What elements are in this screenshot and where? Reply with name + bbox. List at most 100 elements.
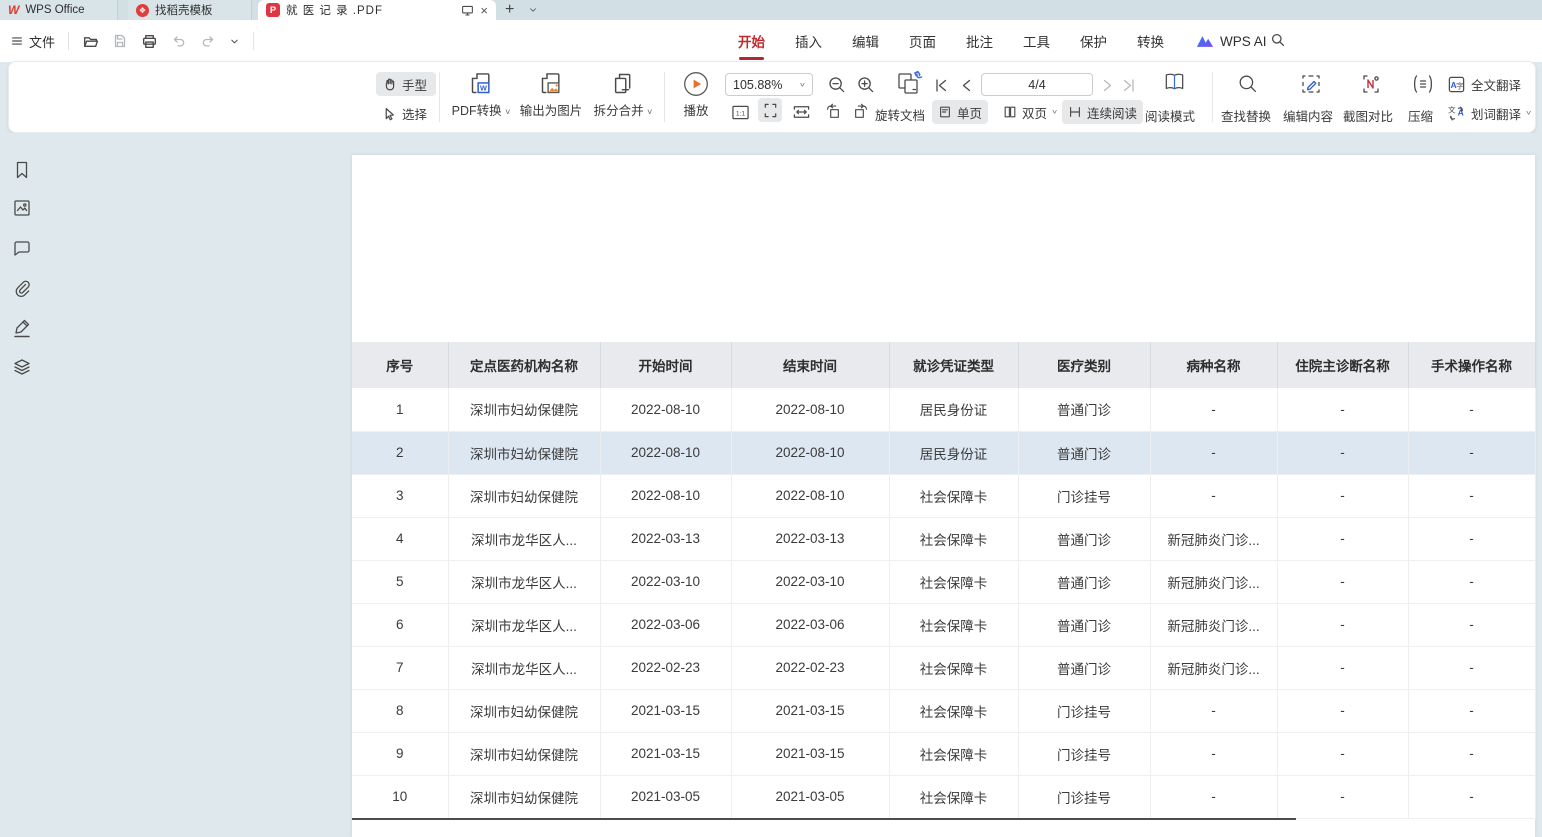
select-tool-button[interactable]: 选择 — [376, 101, 436, 125]
zoom-in-button[interactable] — [856, 75, 876, 95]
continuous-reading-icon — [1068, 105, 1082, 119]
menu-item[interactable]: 开始 — [738, 31, 765, 51]
menu-item[interactable]: 插入 — [795, 31, 822, 51]
redo-icon[interactable] — [200, 33, 216, 49]
menu-item[interactable]: 批注 — [966, 31, 993, 51]
tab-list-chevron-icon[interactable] — [528, 0, 538, 20]
tab-active-document[interactable]: P 就 医 记 录 .PDF × — [258, 0, 496, 20]
find-replace-label[interactable]: 查找替换 — [1221, 106, 1271, 125]
read-mode-icon[interactable] — [1161, 70, 1188, 95]
table-cell: - — [1277, 646, 1408, 689]
table-cell: - — [1277, 474, 1408, 517]
find-replace-icon[interactable] — [1237, 73, 1259, 95]
menu-search-icon[interactable] — [1270, 32, 1286, 48]
new-tab-button[interactable]: + — [505, 0, 514, 20]
screenshot-compare-icon[interactable] — [1360, 73, 1382, 95]
table-cell: 深圳市妇幼保健院 — [448, 775, 600, 818]
table-cell: 门诊挂号 — [1018, 474, 1150, 517]
layers-icon[interactable] — [12, 357, 32, 377]
previous-page-button[interactable] — [960, 77, 973, 94]
table-cell: 2021-03-05 — [600, 775, 731, 818]
table-cell: 2022-08-10 — [731, 474, 889, 517]
rotate-document-label[interactable]: 旋转文档 — [875, 105, 925, 124]
menu-item[interactable]: 工具 — [1023, 31, 1050, 51]
table-cell: 2022-03-13 — [731, 517, 889, 560]
fit-page-button[interactable] — [758, 98, 782, 122]
table-cell: 2022-03-13 — [600, 517, 731, 560]
next-page-button[interactable] — [1101, 77, 1114, 94]
table-cell: - — [1277, 732, 1408, 775]
page-swap-icon[interactable] — [893, 68, 925, 98]
table-cell: 门诊挂号 — [1018, 775, 1150, 818]
table-cell: 2022-02-23 — [600, 646, 731, 689]
comment-panel-icon[interactable] — [12, 238, 32, 258]
page-number-input[interactable]: 4/4 — [981, 73, 1093, 96]
compress-label[interactable]: 压缩 — [1408, 106, 1433, 125]
open-file-icon[interactable] — [82, 33, 99, 50]
table-column-header: 病种名称 — [1150, 342, 1277, 388]
menu-item[interactable]: 转换 — [1137, 31, 1164, 51]
compress-icon[interactable] — [1411, 73, 1435, 95]
first-page-button[interactable] — [933, 77, 949, 94]
table-cell: 2022-08-10 — [731, 388, 889, 431]
play-icon — [683, 71, 709, 97]
table-cell: 2022-08-10 — [600, 474, 731, 517]
close-tab-icon[interactable]: × — [480, 4, 488, 17]
table-cell: - — [1408, 517, 1535, 560]
menu-item[interactable]: 保护 — [1080, 31, 1107, 51]
table-cell: 深圳市龙华区人... — [448, 560, 600, 603]
print-icon[interactable] — [141, 33, 158, 50]
menu-item[interactable]: 页面 — [909, 31, 936, 51]
rotate-right-button[interactable] — [852, 102, 871, 120]
bookmark-icon[interactable] — [12, 160, 32, 180]
split-merge-button[interactable]: 拆分合并 ˅ — [578, 70, 668, 119]
history-chevron-icon[interactable] — [229, 36, 240, 47]
last-page-button[interactable] — [1121, 77, 1137, 94]
rotate-left-button[interactable] — [823, 102, 842, 120]
screen-share-icon[interactable] — [461, 4, 474, 17]
continuous-reading-button[interactable]: 连续阅读 — [1062, 100, 1143, 124]
read-mode-label[interactable]: 阅读模式 — [1145, 106, 1195, 125]
table-cell: 2 — [352, 431, 448, 474]
document-canvas[interactable]: 序号定点医药机构名称开始时间结束时间就诊凭证类型医疗类别病种名称住院主诊断名称手… — [0, 133, 1542, 837]
fit-width-button[interactable] — [789, 100, 813, 124]
table-row: 10深圳市妇幼保健院2021-03-052021-03-05社会保障卡门诊挂号-… — [352, 775, 1535, 818]
table-cell: - — [1150, 732, 1277, 775]
save-icon[interactable] — [112, 33, 128, 49]
single-page-button[interactable]: 单页 — [932, 100, 988, 124]
edit-content-label[interactable]: 编辑内容 — [1283, 106, 1333, 125]
signature-icon[interactable] — [12, 317, 32, 339]
tab-docer-templates[interactable]: ❖ 找稻壳模板 — [128, 0, 252, 20]
zoom-level-select[interactable]: 105.88%˅ — [725, 73, 813, 96]
actual-size-button[interactable]: 1:1 — [729, 100, 751, 124]
table-column-header: 住院主诊断名称 — [1277, 342, 1408, 388]
table-cell: 深圳市妇幼保健院 — [448, 431, 600, 474]
table-cell: 10 — [352, 775, 448, 818]
table-cell: 社会保障卡 — [889, 732, 1018, 775]
word-translate-button[interactable]: 文A 划词翻译 ˅ — [1447, 101, 1531, 125]
table-cell: 深圳市妇幼保健院 — [448, 388, 600, 431]
table-cell: - — [1408, 474, 1535, 517]
edit-content-icon[interactable] — [1300, 73, 1322, 95]
full-translate-button[interactable]: A字 全文翻译 — [1447, 72, 1521, 96]
table-cell: 2022-08-10 — [600, 388, 731, 431]
play-button[interactable]: 播放 — [673, 71, 719, 119]
table-cell: 居民身份证 — [889, 388, 1018, 431]
wps-ai-button[interactable]: WPS AI — [1196, 20, 1267, 62]
table-cell: - — [1150, 689, 1277, 732]
zoom-out-button[interactable] — [827, 75, 847, 95]
table-row: 7深圳市龙华区人...2022-02-232022-02-23社会保障卡普通门诊… — [352, 646, 1535, 689]
undo-icon[interactable] — [171, 33, 187, 49]
menu-item[interactable]: 编辑 — [852, 31, 879, 51]
file-menu[interactable]: 文件 — [10, 32, 55, 51]
thumbnail-panel-icon[interactable] — [12, 198, 32, 218]
table-row: 2深圳市妇幼保健院2022-08-102022-08-10居民身份证普通门诊--… — [352, 431, 1535, 474]
table-cell: - — [1277, 431, 1408, 474]
double-page-button[interactable]: 双页 ˅ — [997, 100, 1063, 124]
table-cell: 2021-03-15 — [600, 732, 731, 775]
screenshot-compare-label[interactable]: 截图对比 — [1343, 106, 1393, 125]
attachment-icon[interactable] — [12, 278, 32, 298]
table-cell: - — [1277, 388, 1408, 431]
hand-tool-button[interactable]: 手型 — [376, 72, 436, 96]
tab-wps-office[interactable]: W WPS Office — [0, 0, 118, 20]
